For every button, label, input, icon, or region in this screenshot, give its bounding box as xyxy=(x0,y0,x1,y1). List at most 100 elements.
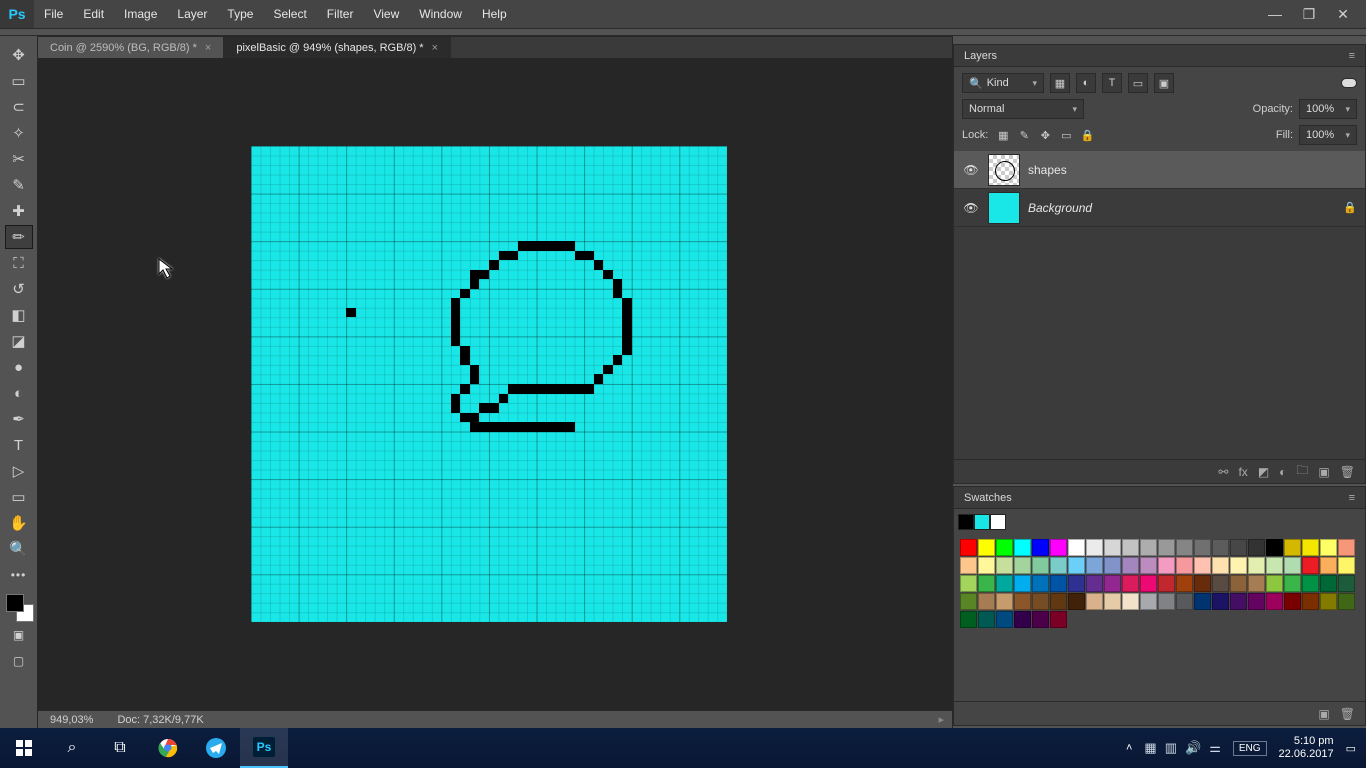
visibility-icon[interactable]: 👁 xyxy=(962,201,980,215)
filter-smart-icon[interactable]: ▣ xyxy=(1154,73,1174,93)
quickmask-button[interactable]: ▣ xyxy=(5,623,33,647)
swatch[interactable] xyxy=(1014,575,1031,592)
menu-file[interactable]: File xyxy=(34,0,73,28)
minimize-button[interactable]: ― xyxy=(1266,6,1284,23)
blend-mode-select[interactable]: Normal▾ xyxy=(962,99,1084,119)
swatch[interactable] xyxy=(978,593,995,610)
color-swatches[interactable] xyxy=(4,592,34,622)
swatch[interactable] xyxy=(1284,539,1301,556)
menu-filter[interactable]: Filter xyxy=(317,0,364,28)
magic-wand-tool[interactable]: ✧ xyxy=(5,121,33,145)
swatch[interactable] xyxy=(1050,593,1067,610)
swatch[interactable] xyxy=(1068,593,1085,610)
swatch[interactable] xyxy=(990,514,1006,530)
swatch[interactable] xyxy=(1014,557,1031,574)
swatch[interactable] xyxy=(1266,557,1283,574)
lock-position-icon[interactable]: ✥ xyxy=(1036,126,1054,144)
fill-field[interactable]: 100%▾ xyxy=(1299,125,1357,145)
eraser-tool[interactable]: ◧ xyxy=(5,303,33,327)
swatch[interactable] xyxy=(1212,539,1229,556)
swatch[interactable] xyxy=(1266,593,1283,610)
menu-image[interactable]: Image xyxy=(114,0,167,28)
lock-pixels-icon[interactable]: ✎ xyxy=(1015,126,1033,144)
swatch[interactable] xyxy=(960,593,977,610)
swatch[interactable] xyxy=(1266,539,1283,556)
swatch[interactable] xyxy=(1122,539,1139,556)
swatch[interactable] xyxy=(1032,557,1049,574)
layer-name[interactable]: shapes xyxy=(1028,163,1067,177)
swatch[interactable] xyxy=(1212,593,1229,610)
layer-thumb[interactable] xyxy=(988,192,1020,224)
swatch[interactable] xyxy=(1050,557,1067,574)
swatch[interactable] xyxy=(1050,575,1067,592)
layer-row[interactable]: 👁 shapes xyxy=(954,151,1365,189)
swatch[interactable] xyxy=(960,575,977,592)
blur-tool[interactable]: ● xyxy=(5,355,33,379)
notifications-icon[interactable]: ▭ xyxy=(1346,742,1356,755)
swatch[interactable] xyxy=(1194,575,1211,592)
swatch[interactable] xyxy=(1338,575,1355,592)
swatch[interactable] xyxy=(1104,557,1121,574)
swatch[interactable] xyxy=(1104,539,1121,556)
swatch[interactable] xyxy=(1320,557,1337,574)
swatch[interactable] xyxy=(1320,539,1337,556)
swatch[interactable] xyxy=(1140,557,1157,574)
canvas-area[interactable] xyxy=(38,58,952,710)
swatch[interactable] xyxy=(1338,539,1355,556)
lasso-tool[interactable]: ⊂ xyxy=(5,95,33,119)
swatch[interactable] xyxy=(1248,557,1265,574)
swatch[interactable] xyxy=(996,611,1013,628)
swatch[interactable] xyxy=(1122,593,1139,610)
group-icon[interactable]: 🗀 xyxy=(1296,461,1308,482)
adjustment-layer-icon[interactable]: ◐ xyxy=(1279,465,1286,479)
swatch[interactable] xyxy=(1212,557,1229,574)
swatch[interactable] xyxy=(1230,593,1247,610)
swatch[interactable] xyxy=(996,593,1013,610)
swatch[interactable] xyxy=(1086,557,1103,574)
swatch[interactable] xyxy=(1302,593,1319,610)
swatch[interactable] xyxy=(1176,575,1193,592)
swatch[interactable] xyxy=(1032,593,1049,610)
swatch[interactable] xyxy=(1302,539,1319,556)
swatch[interactable] xyxy=(960,611,977,628)
taskview-button[interactable]: ⧉ xyxy=(96,728,144,768)
swatch[interactable] xyxy=(1068,575,1085,592)
wifi-icon[interactable]: ⚌ xyxy=(1209,740,1221,756)
swatch[interactable] xyxy=(1086,593,1103,610)
swatch[interactable] xyxy=(1032,575,1049,592)
layer-row[interactable]: 👁 Background 🔒 xyxy=(954,189,1365,227)
maximize-button[interactable]: ❐ xyxy=(1300,6,1318,23)
layer-fx-icon[interactable]: fx xyxy=(1238,465,1247,479)
panel-menu-icon[interactable]: ≡ xyxy=(1349,50,1355,62)
swatch[interactable] xyxy=(960,557,977,574)
panel-menu-icon[interactable]: ≡ xyxy=(1349,492,1355,504)
swatch[interactable] xyxy=(1104,575,1121,592)
swatch[interactable] xyxy=(1176,593,1193,610)
swatches-empty-area[interactable] xyxy=(954,632,1365,701)
menu-window[interactable]: Window xyxy=(409,0,472,28)
swatch[interactable] xyxy=(1050,611,1067,628)
swatch[interactable] xyxy=(1068,539,1085,556)
eyedropper-tool[interactable]: ✎ xyxy=(5,173,33,197)
swatch[interactable] xyxy=(1338,557,1355,574)
document-canvas[interactable] xyxy=(251,146,727,622)
lock-all-icon[interactable]: 🔒 xyxy=(1078,126,1096,144)
tray-chevron-icon[interactable]: ˄ xyxy=(1126,742,1132,754)
swatch[interactable] xyxy=(1104,593,1121,610)
swatch[interactable] xyxy=(1284,575,1301,592)
volume-icon[interactable]: 🔊 xyxy=(1185,740,1201,756)
tab-pixelbasic[interactable]: pixelBasic @ 949% (shapes, RGB/8) * × xyxy=(224,37,451,58)
layer-thumb[interactable] xyxy=(988,154,1020,186)
swatch[interactable] xyxy=(978,611,995,628)
swatch[interactable] xyxy=(1212,575,1229,592)
swatch[interactable] xyxy=(1320,575,1337,592)
swatch[interactable] xyxy=(1158,557,1175,574)
layer-mask-icon[interactable]: ◩ xyxy=(1258,465,1269,479)
filter-shape-icon[interactable]: ▭ xyxy=(1128,73,1148,93)
clock[interactable]: 5:10 pm 22.06.2017 xyxy=(1279,735,1334,761)
telegram-icon[interactable] xyxy=(192,728,240,768)
filter-adjust-icon[interactable]: ◐ xyxy=(1076,73,1096,93)
swatch[interactable] xyxy=(1230,557,1247,574)
history-brush-tool[interactable]: ↺ xyxy=(5,277,33,301)
layer-name[interactable]: Background xyxy=(1028,201,1092,215)
